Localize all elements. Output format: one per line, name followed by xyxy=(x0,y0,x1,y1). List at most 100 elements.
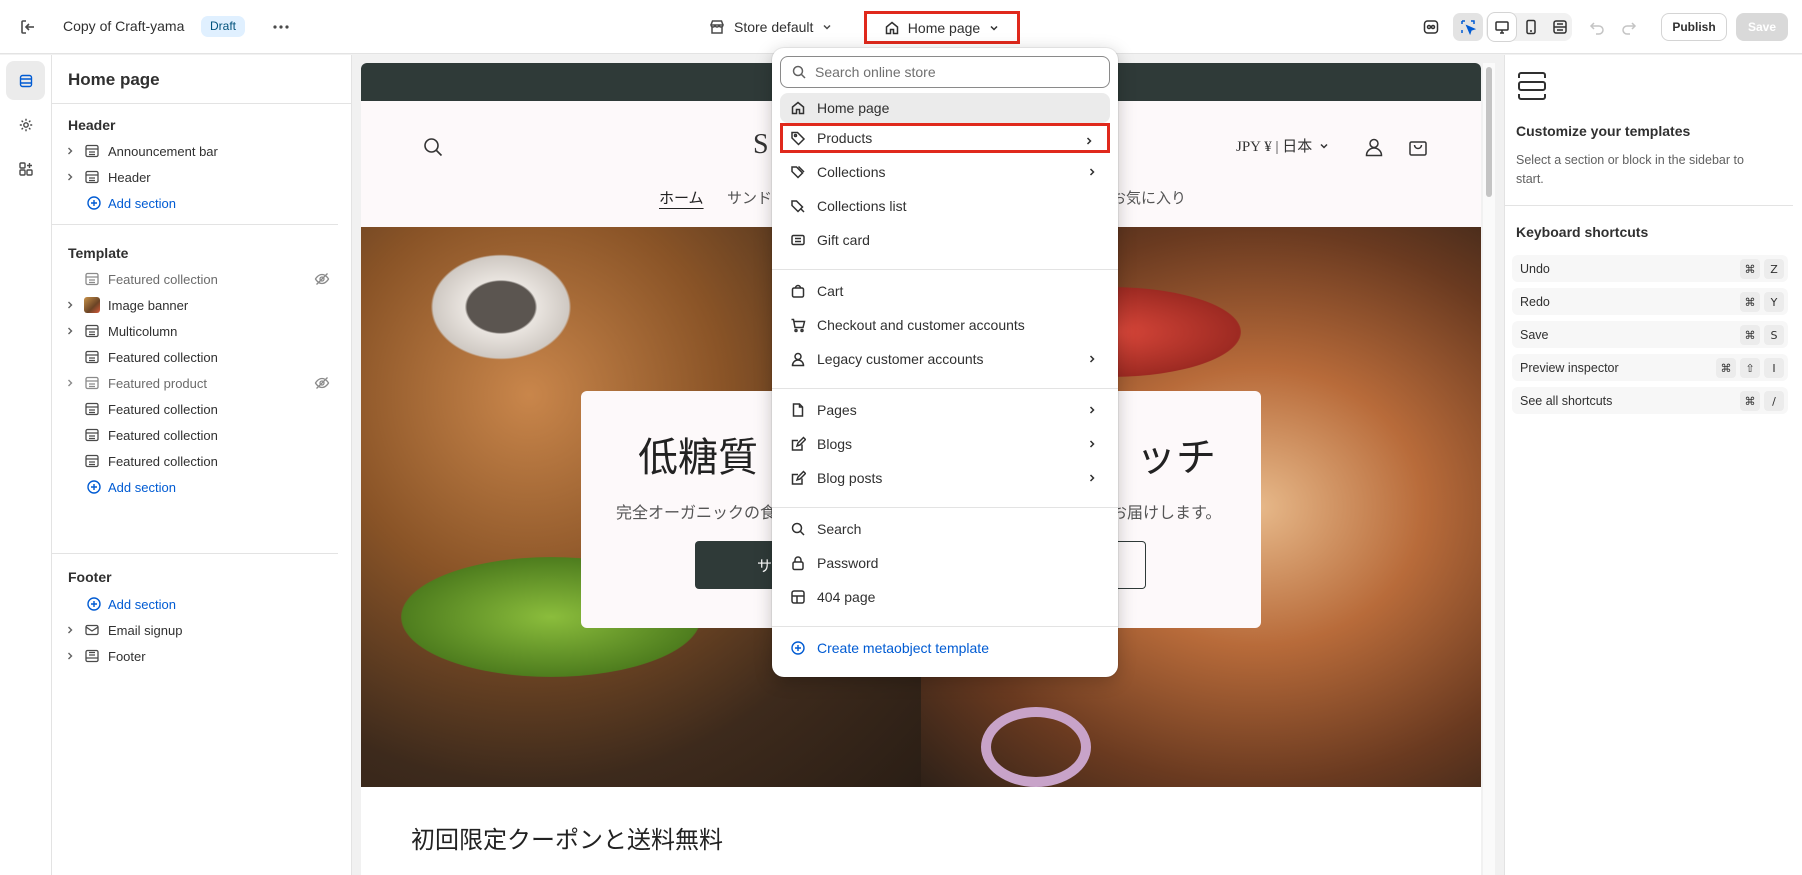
chevron-right-icon[interactable] xyxy=(62,169,78,185)
menu-item-blogs[interactable]: Blogs xyxy=(780,429,1110,459)
draft-badge: Draft xyxy=(201,16,246,37)
scrollbar-thumb[interactable] xyxy=(1486,67,1492,197)
section-footer[interactable]: Footer xyxy=(62,643,338,669)
cart-icon[interactable] xyxy=(1405,134,1431,160)
chevron-right-icon[interactable] xyxy=(62,143,78,159)
undo-icon[interactable] xyxy=(1586,13,1608,41)
add-section-template[interactable]: Add section xyxy=(86,474,176,500)
menu-item-label: Blogs xyxy=(817,436,853,452)
menu-item-label: Cart xyxy=(817,283,844,299)
menu-item-404-page[interactable]: 404 page xyxy=(780,582,1110,612)
menu-item-blog-posts[interactable]: Blog posts xyxy=(780,463,1110,493)
section-featured-collection[interactable]: Featured collection xyxy=(62,396,338,422)
section-featured-collection[interactable]: Featured collection xyxy=(62,266,338,292)
menu-item-cart[interactable]: Cart xyxy=(780,276,1110,306)
kbd-key: I xyxy=(1764,358,1784,378)
menu-item-label: Pages xyxy=(817,402,857,418)
customize-description: Select a section or block in the sidebar… xyxy=(1516,153,1744,186)
add-section-footer[interactable]: Add section xyxy=(86,591,176,617)
exit-icon[interactable] xyxy=(16,15,40,39)
mobile-view-icon[interactable] xyxy=(1517,13,1545,41)
inspector-icon[interactable] xyxy=(1453,13,1483,41)
section-featured-collection[interactable]: Featured collection xyxy=(62,448,338,474)
menu-item-collections[interactable]: Collections xyxy=(780,157,1110,187)
menu-item-label: Create metaobject template xyxy=(817,640,989,656)
divider xyxy=(52,553,338,554)
chevron-right-icon[interactable] xyxy=(62,297,78,313)
more-actions-icon[interactable] xyxy=(268,14,294,40)
menu-item-label: Gift card xyxy=(817,232,870,248)
account-icon[interactable] xyxy=(1361,134,1387,160)
kbd-key: / xyxy=(1764,391,1784,411)
hero-heading-end: ッチ xyxy=(1136,435,1216,481)
store-selector-label: Store default xyxy=(734,19,814,35)
tag-icon xyxy=(789,129,807,147)
chevron-right-icon[interactable] xyxy=(62,323,78,339)
save-button[interactable]: Save xyxy=(1736,13,1788,41)
settings-rail-button[interactable] xyxy=(6,105,45,144)
menu-item-create-metaobject-template[interactable]: Create metaobject template xyxy=(780,633,1110,663)
chevron-right-icon[interactable] xyxy=(62,622,78,638)
section-label: Featured product xyxy=(108,375,208,391)
chevron-right-icon[interactable] xyxy=(62,375,78,391)
section-featured-collection[interactable]: Featured collection xyxy=(62,344,338,370)
page-selector[interactable]: Home page xyxy=(864,11,1020,44)
preview-scrollbar[interactable] xyxy=(1483,63,1495,875)
app-embeds-icon[interactable] xyxy=(1419,13,1443,41)
section-label: Image banner xyxy=(108,297,189,313)
eye-hidden-icon[interactable] xyxy=(314,271,330,287)
nav-favorites[interactable]: お気に入り xyxy=(1111,187,1186,208)
shortcut-row-see-all[interactable]: See all shortcuts ⌘ / xyxy=(1512,387,1788,414)
chevron-down-icon xyxy=(821,21,833,33)
section-label: Announcement bar xyxy=(108,143,218,159)
nav-sandwich[interactable]: サンド xyxy=(727,187,772,208)
search-icon[interactable] xyxy=(421,135,445,159)
menu-item-products[interactable]: Products xyxy=(780,123,1110,153)
kbd-key: ⌘ xyxy=(1740,292,1760,312)
menu-item-collections-list[interactable]: Collections list xyxy=(780,191,1110,221)
section-featured-product[interactable]: Featured product xyxy=(62,370,338,396)
page-selector-label: Home page xyxy=(907,19,981,36)
sections-rail-button[interactable] xyxy=(6,61,45,100)
chevron-right-icon xyxy=(1084,436,1100,452)
eye-hidden-icon[interactable] xyxy=(314,375,330,391)
section-email-signup[interactable]: Email signup xyxy=(62,617,338,643)
currency-selector[interactable]: JPY ¥ | 日本 xyxy=(1236,135,1330,156)
section-announcement-bar[interactable]: Announcement bar xyxy=(62,138,338,164)
shortcut-label: See all shortcuts xyxy=(1520,393,1613,408)
chevron-down-icon xyxy=(1318,140,1330,152)
menu-item-pages[interactable]: Pages xyxy=(780,395,1110,425)
sections-sidebar: Home page Header Announcement bar Header… xyxy=(52,55,352,875)
nav-home[interactable]: ホーム xyxy=(659,187,704,208)
section-image-banner[interactable]: Image banner xyxy=(62,292,338,318)
menu-item-legacy-customer-accounts[interactable]: Legacy customer accounts xyxy=(780,344,1110,374)
settings-panel: Customize your templates Select a sectio… xyxy=(1504,55,1802,875)
shortcut-label: Preview inspector xyxy=(1520,360,1619,375)
store-selector[interactable]: Store default xyxy=(700,13,841,41)
add-section-header[interactable]: Add section xyxy=(86,190,176,216)
chevron-right-icon[interactable] xyxy=(62,648,78,664)
desktop-view-icon[interactable] xyxy=(1488,13,1516,41)
shortcut-row-undo: Undo ⌘ Z xyxy=(1512,255,1788,282)
search-field[interactable] xyxy=(780,56,1110,88)
search-input[interactable] xyxy=(815,64,1095,80)
sections-icon xyxy=(18,73,34,89)
redo-icon[interactable] xyxy=(1618,13,1640,41)
section-label: Featured collection xyxy=(108,349,218,365)
menu-item-checkout[interactable]: Checkout and customer accounts xyxy=(780,310,1110,340)
section-header[interactable]: Header xyxy=(62,164,338,190)
plus-circle-icon xyxy=(86,479,102,495)
menu-item-search[interactable]: Search xyxy=(780,514,1110,544)
apps-rail-button[interactable] xyxy=(6,149,45,188)
menu-item-password[interactable]: Password xyxy=(780,548,1110,578)
store-logo[interactable]: S xyxy=(753,129,769,161)
menu-item-home-page[interactable]: Home page xyxy=(780,93,1110,123)
chevron-right-icon xyxy=(1084,351,1100,367)
menu-item-gift-card[interactable]: Gift card xyxy=(780,225,1110,255)
template-group-label: Template xyxy=(68,245,129,261)
publish-button[interactable]: Publish xyxy=(1661,13,1727,41)
onion-ring-image xyxy=(981,707,1091,787)
section-multicolumn[interactable]: Multicolumn xyxy=(62,318,338,344)
section-featured-collection[interactable]: Featured collection xyxy=(62,422,338,448)
fullscreen-view-icon[interactable] xyxy=(1546,13,1574,41)
